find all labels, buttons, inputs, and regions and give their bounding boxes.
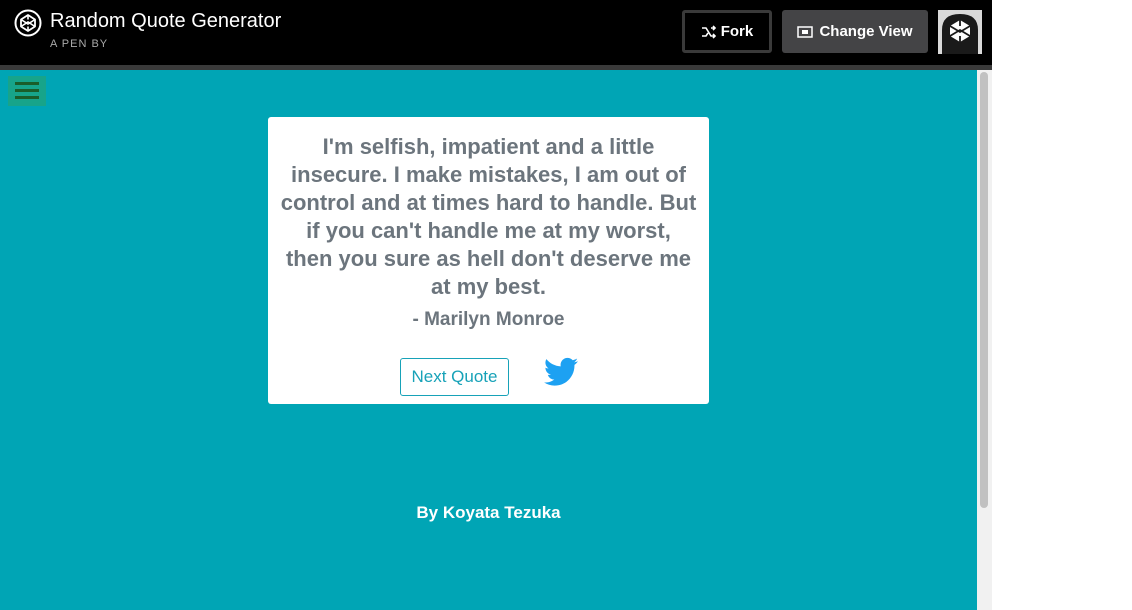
avatar-image — [938, 10, 982, 54]
hamburger-menu-icon[interactable] — [8, 76, 46, 106]
quote-card: I'm selfish, impatient and a little inse… — [268, 117, 709, 404]
fork-icon — [701, 24, 716, 39]
fork-label: Fork — [720, 23, 754, 40]
twitter-bird-icon[interactable] — [544, 357, 578, 387]
preview-area: I'm selfish, impatient and a little inse… — [0, 70, 977, 610]
change-view-button[interactable]: Change View — [782, 10, 928, 53]
quote-author: - Marilyn Monroe — [412, 309, 565, 330]
pen-byline: A PEN BY koyatatezuka — [50, 38, 315, 245]
codepen-logo-icon[interactable] — [14, 9, 42, 37]
codepen-header: Random Quote Generator A PEN BY koyatate… — [0, 0, 992, 245]
change-view-label: Change View — [819, 23, 913, 40]
scrollbar-thumb[interactable] — [980, 72, 988, 508]
pen-title: Random Quote Generator — [50, 10, 282, 32]
footer-credit: By Koyata Tezuka — [416, 503, 561, 522]
vertical-scrollbar[interactable] — [977, 70, 992, 610]
user-avatar[interactable] — [938, 10, 982, 54]
pen-by-label: A PEN BY — [50, 38, 109, 50]
fork-button[interactable]: Fork — [682, 10, 772, 53]
change-view-icon — [797, 25, 814, 38]
next-quote-button[interactable]: Next Quote — [400, 358, 509, 396]
quote-text: I'm selfish, impatient and a little inse… — [280, 134, 697, 299]
